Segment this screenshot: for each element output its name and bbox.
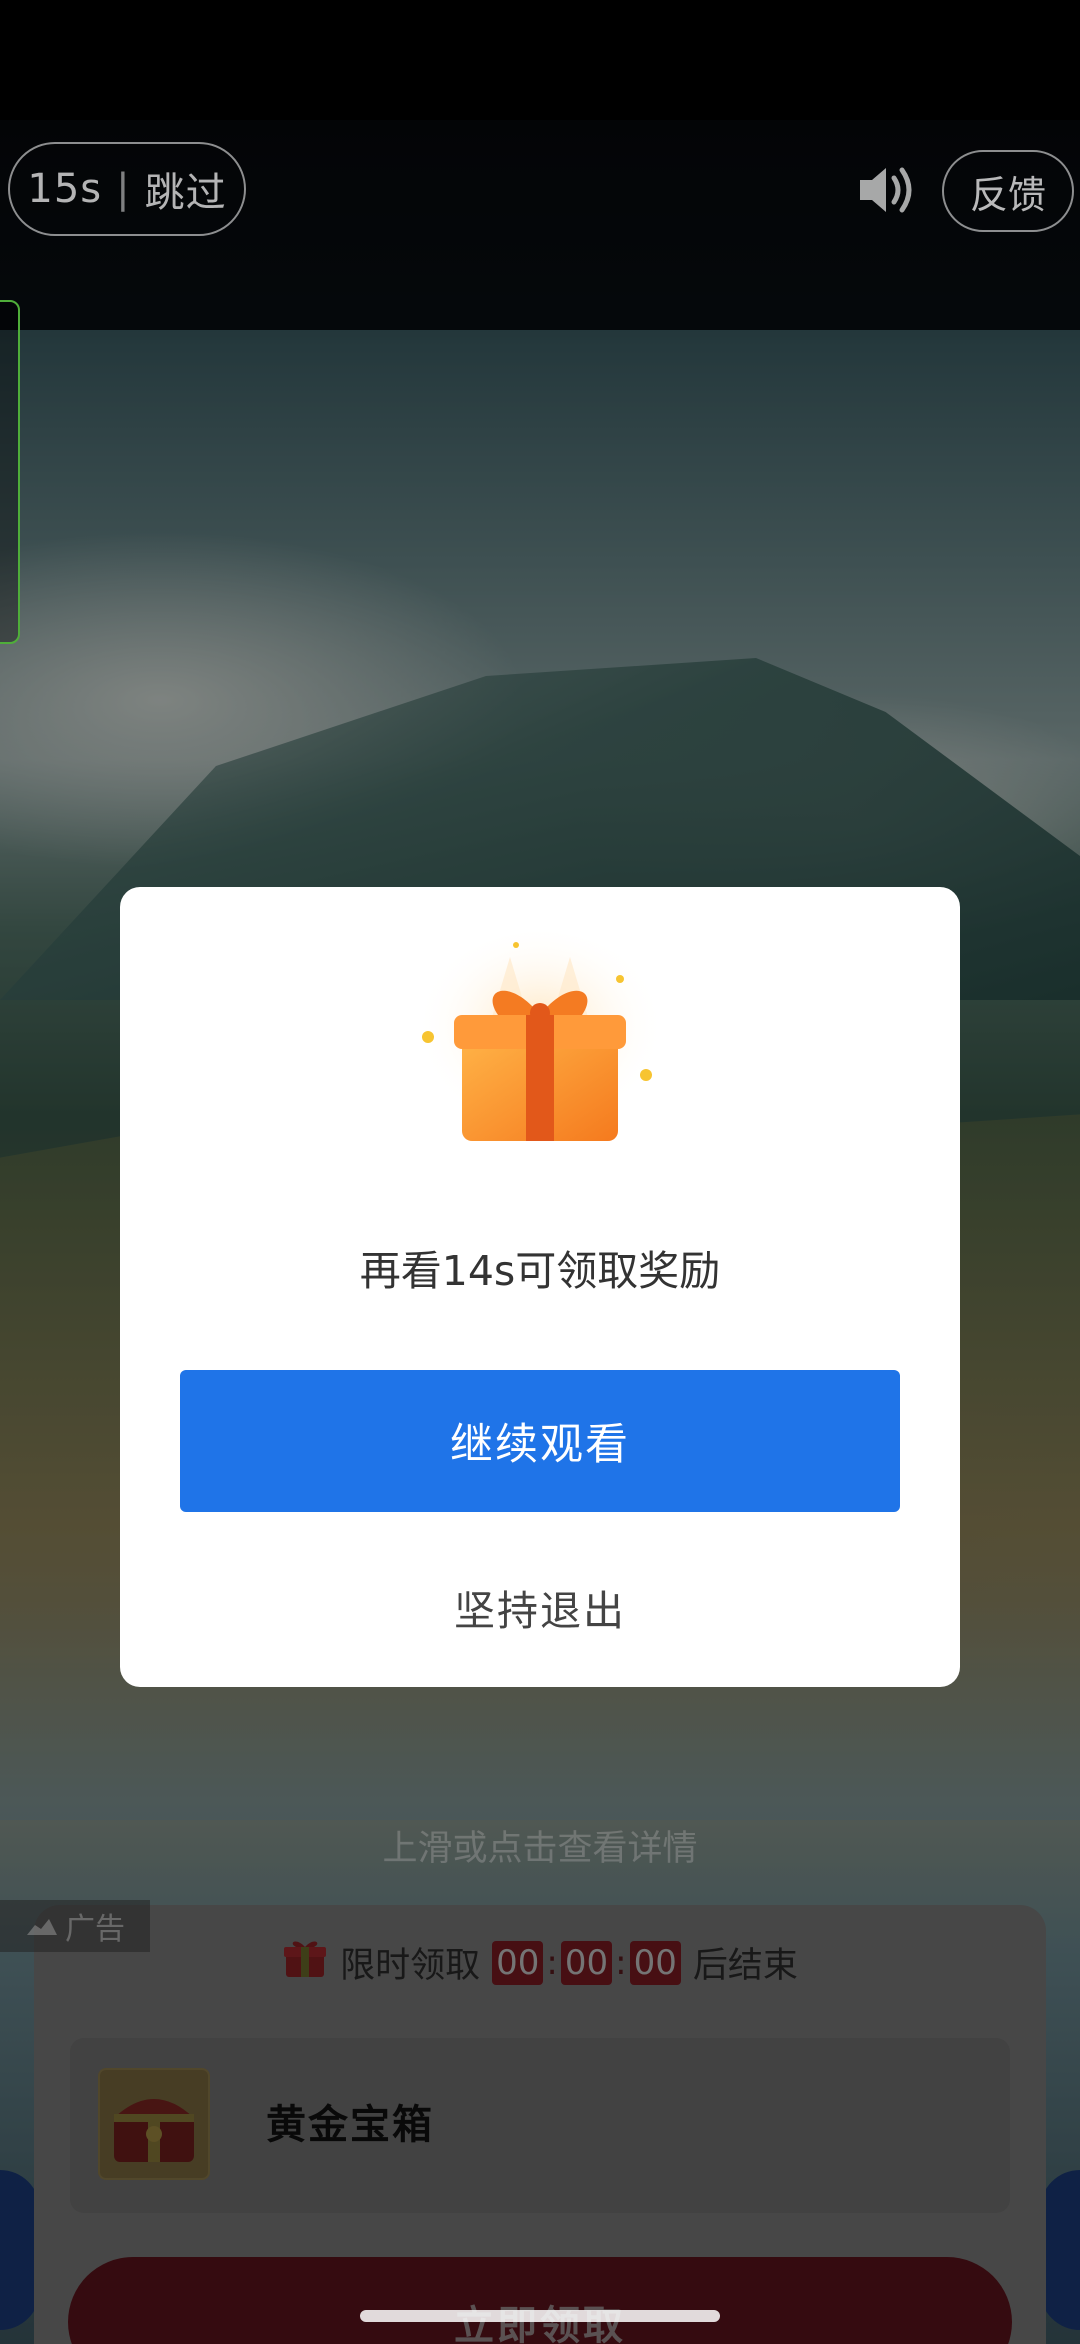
skip-button[interactable]: 15s | 跳过 [8, 142, 246, 236]
insist-quit-button[interactable]: 坚持退出 [380, 1567, 700, 1647]
reward-message: 再看14s可领取奖励 [359, 1247, 721, 1295]
skip-label: 跳过 [144, 170, 227, 216]
continue-watching-button[interactable]: 继续观看 [180, 1370, 900, 1512]
skip-separator: | [116, 166, 131, 212]
reward-dialog: 再看14s可领取奖励 继续观看 坚持退出 [120, 887, 960, 1687]
skip-countdown: 15s [27, 166, 103, 212]
screen: 上滑或点击查看详情 限时领取 00:00:00 后结束 黄金宝箱 立即领取 广告… [0, 0, 1080, 2344]
feedback-button[interactable]: 反馈 [942, 150, 1074, 232]
gift-box-icon [410, 927, 670, 1157]
speaker-on-icon[interactable] [850, 148, 922, 232]
left-edge-handle[interactable] [0, 300, 20, 644]
home-indicator[interactable] [360, 2310, 720, 2322]
